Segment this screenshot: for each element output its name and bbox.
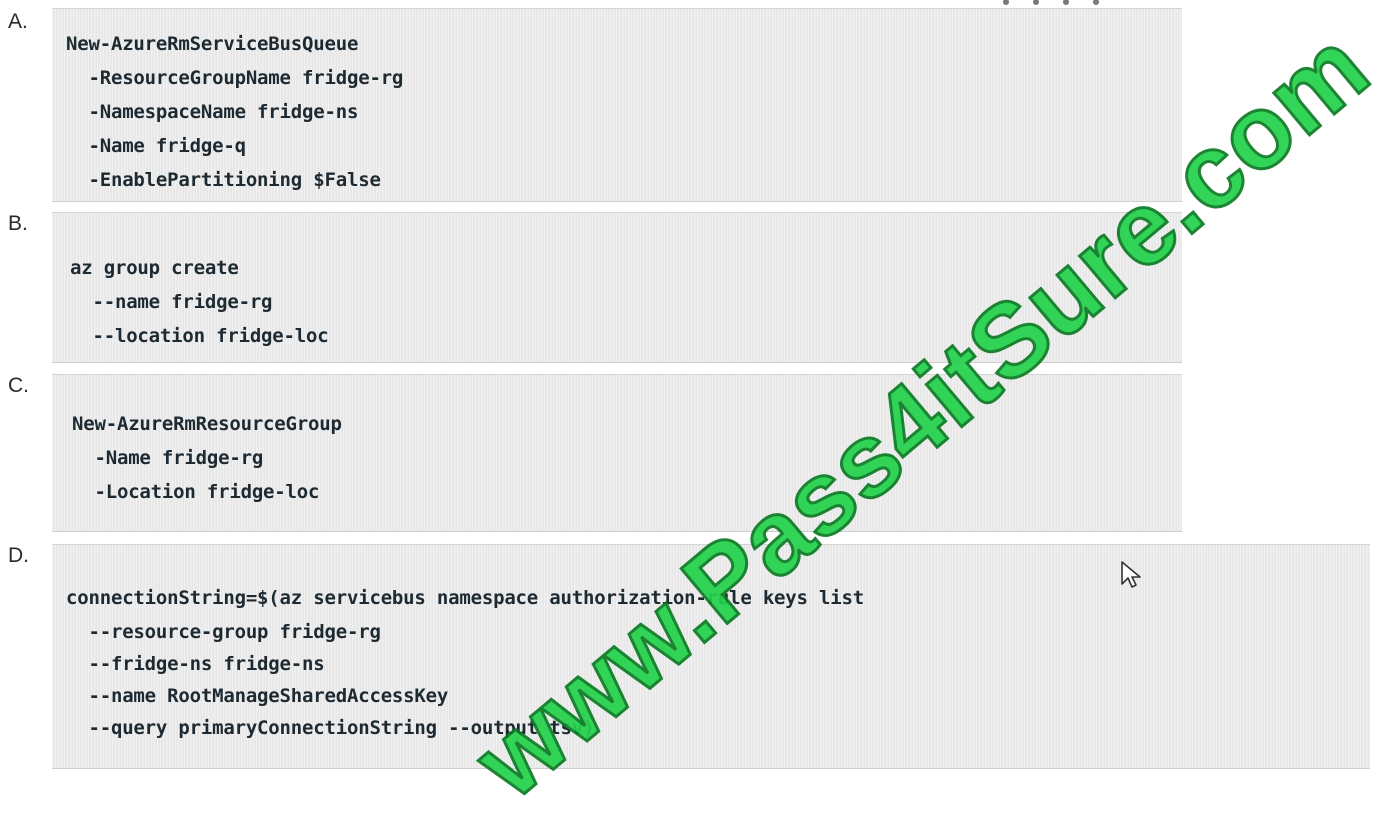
mouse-pointer-icon bbox=[1121, 561, 1141, 588]
option-letter-a: A. bbox=[8, 10, 28, 33]
code-line: -EnablePartitioning $False bbox=[66, 169, 381, 191]
code-line: --fridge-ns fridge-ns bbox=[66, 653, 325, 675]
option-letter-d: D. bbox=[8, 544, 29, 567]
code-line: -Location fridge-loc bbox=[72, 481, 320, 503]
code-line: -Name fridge-rg bbox=[72, 447, 264, 469]
code-line: -NamespaceName fridge-ns bbox=[66, 101, 359, 123]
code-line: connectionString=$(az servicebus namespa… bbox=[66, 587, 864, 609]
code-line: -Name fridge-q bbox=[66, 135, 246, 157]
option-letter-b: B. bbox=[8, 212, 28, 235]
code-line: -ResourceGroupName fridge-rg bbox=[66, 67, 404, 89]
code-line: az group create bbox=[70, 257, 239, 279]
code-line: New-AzureRmServiceBusQueue bbox=[66, 33, 359, 55]
code-line: --name fridge-rg bbox=[70, 291, 273, 313]
code-line: --resource-group fridge-rg bbox=[66, 621, 381, 643]
code-line: --location fridge-loc bbox=[70, 325, 329, 347]
option-a-code-panel: New-AzureRmServiceBusQueue -ResourceGrou… bbox=[52, 8, 1182, 202]
option-letter-c: C. bbox=[8, 374, 29, 397]
option-c-code-panel: New-AzureRmResourceGroup -Name fridge-rg… bbox=[52, 374, 1182, 532]
code-line: New-AzureRmResourceGroup bbox=[72, 413, 342, 435]
top-dots-icon bbox=[1003, 0, 1099, 5]
code-line: --name RootManageSharedAccessKey bbox=[66, 685, 449, 707]
code-line: --query primaryConnectionString --output… bbox=[66, 717, 595, 739]
option-d-code-panel: connectionString=$(az servicebus namespa… bbox=[52, 544, 1370, 769]
option-b-code-panel: az group create --name fridge-rg --locat… bbox=[52, 212, 1182, 363]
